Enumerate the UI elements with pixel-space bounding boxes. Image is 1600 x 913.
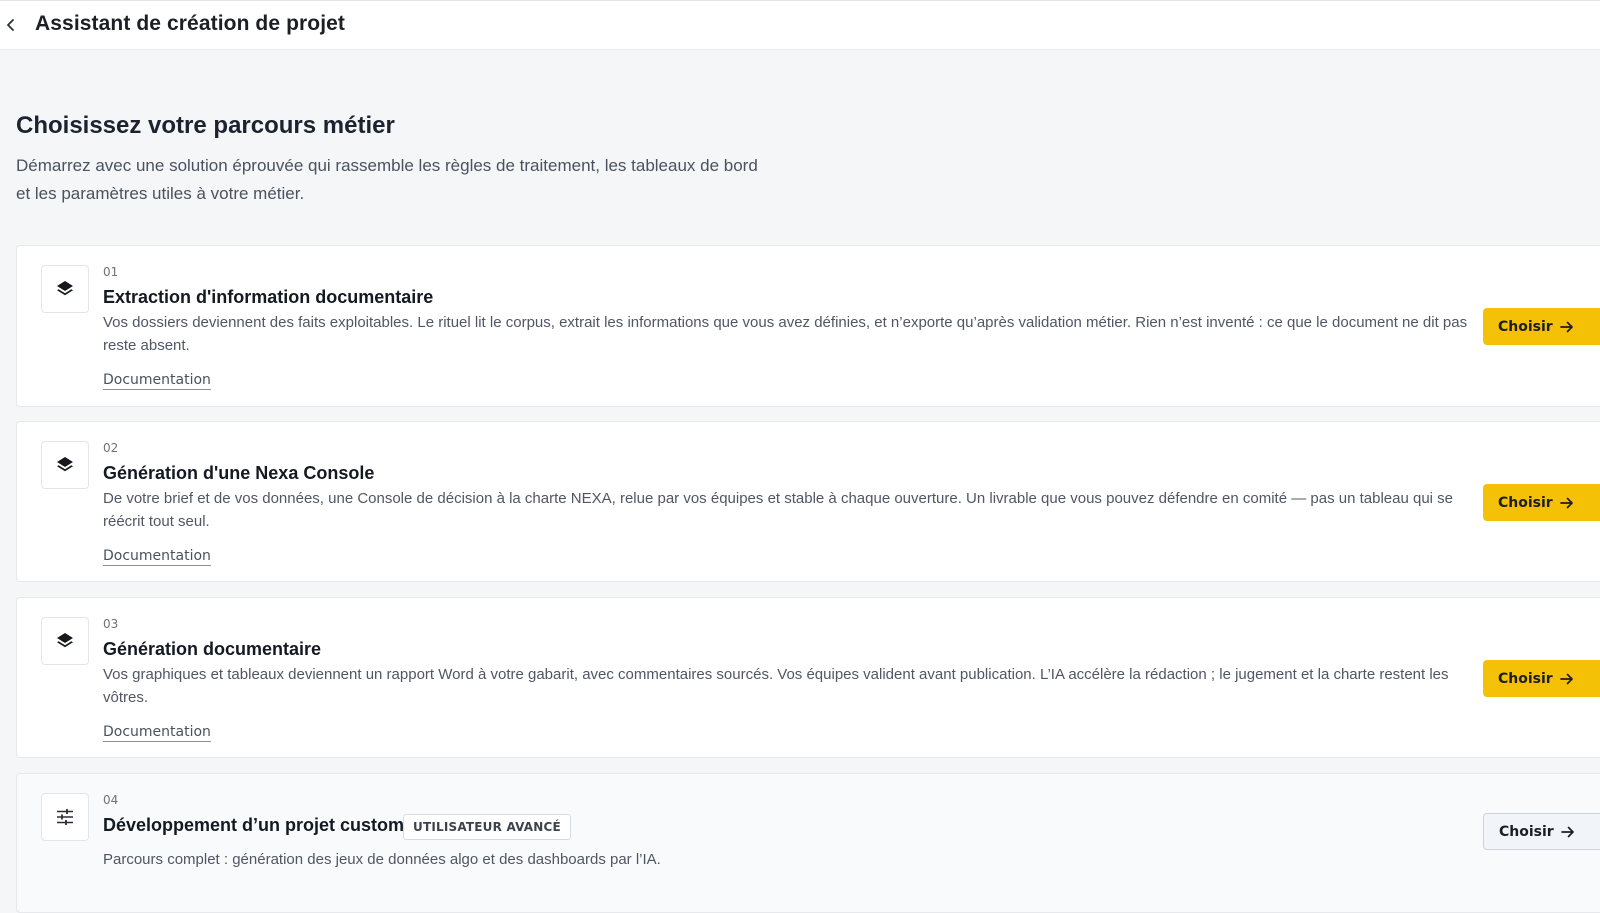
journey-card-extraction[interactable]: 01 Extraction d'information documentaire… <box>16 245 1600 407</box>
card-number: 02 <box>103 441 119 455</box>
advanced-user-badge: UTILISATEUR AVANCÉ <box>403 814 571 840</box>
layers-icon <box>41 441 89 489</box>
card-description: De votre brief et de vos données, une Co… <box>103 490 1453 530</box>
journey-card-document-generation[interactable]: 03 Génération documentaire Vos graphique… <box>16 597 1600 758</box>
choose-button[interactable]: Choisir <box>1483 484 1600 521</box>
choose-button[interactable]: Choisir <box>1483 308 1600 345</box>
documentation-link[interactable]: Documentation <box>103 724 211 742</box>
choose-button-label: Choisir <box>1499 823 1554 840</box>
section-title: Choisissez votre parcours métier <box>16 112 395 139</box>
card-description: Parcours complet : génération des jeux d… <box>103 851 661 868</box>
choose-button-label: Choisir <box>1498 318 1553 335</box>
section-description: Démarrez avec une solution éprouvée qui … <box>16 156 758 203</box>
arrow-right-icon <box>1560 826 1575 838</box>
layers-icon <box>41 617 89 665</box>
documentation-link[interactable]: Documentation <box>103 372 211 390</box>
top-bar: Assistant de création de projet <box>0 0 1600 50</box>
card-title: Génération d'une Nexa Console <box>103 463 375 483</box>
back-button[interactable] <box>0 11 22 39</box>
card-number: 04 <box>103 793 119 807</box>
chevron-left-icon <box>7 19 14 31</box>
choose-button[interactable]: Choisir <box>1483 660 1600 697</box>
card-number: 03 <box>103 617 119 631</box>
arrow-right-icon <box>1559 497 1574 509</box>
card-title: Développement d’un projet custom <box>103 815 405 835</box>
journey-card-custom-project[interactable]: 04 Développement d’un projet custom UTIL… <box>16 773 1600 913</box>
card-number: 01 <box>103 265 119 279</box>
page-title: Assistant de création de projet <box>35 12 346 35</box>
card-title: Extraction d'information documentaire <box>103 287 434 307</box>
documentation-link[interactable]: Documentation <box>103 548 211 566</box>
choose-button[interactable]: Choisir <box>1483 813 1600 850</box>
arrow-right-icon <box>1559 321 1574 333</box>
sliders-icon <box>41 793 89 841</box>
arrow-right-icon <box>1559 673 1574 685</box>
choose-button-label: Choisir <box>1498 670 1553 687</box>
choose-button-label: Choisir <box>1498 494 1553 511</box>
card-description: Vos dossiers deviennent des faits exploi… <box>103 314 1468 354</box>
card-description: Vos graphiques et tableaux deviennent un… <box>103 666 1449 706</box>
card-title: Génération documentaire <box>103 639 322 659</box>
layers-icon <box>41 265 89 313</box>
journey-card-nexa-console[interactable]: 02 Génération d'une Nexa Console De votr… <box>16 421 1600 582</box>
